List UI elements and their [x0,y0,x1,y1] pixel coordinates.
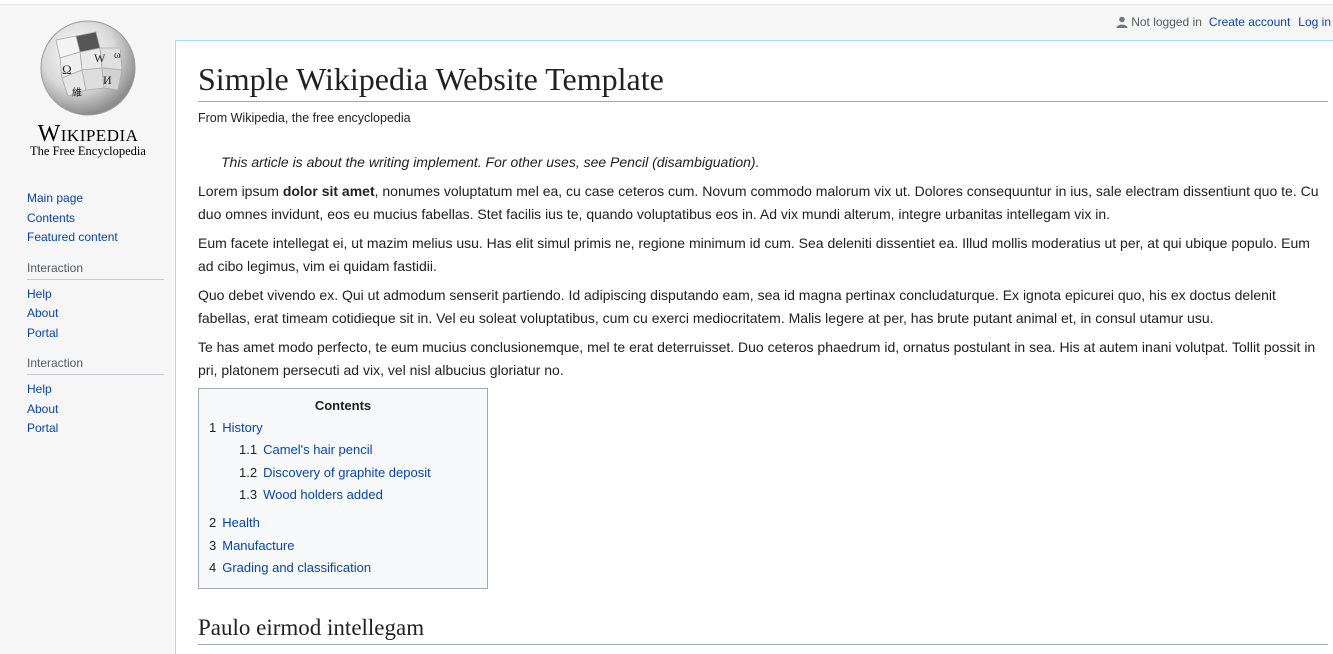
sidebar-item-portal[interactable]: Portal [27,326,58,340]
sidebar-item-about[interactable]: About [27,306,58,320]
toc-number: 3 [209,538,217,553]
toc-item: 4 Grading and classification [209,560,371,575]
toc-item: 3 Manufacture [209,538,295,553]
page-title: Simple Wikipedia Website Template [198,61,1328,102]
bold-text: dolor sit amet [282,183,375,199]
toc-number: 4 [209,560,217,575]
personal-tools: Not logged in Create account Log in [1116,14,1333,30]
svg-text:Ω: Ω [62,62,72,77]
paragraph: Quo debet vivendo ex. Qui ut admodum sen… [198,287,1276,326]
sidebar-item-featured-content[interactable]: Featured content [27,230,118,244]
hatnote: This article is about the writing implem… [221,154,760,170]
svg-text:ω: ω [114,50,121,61]
paragraph: Te has amet modo perfecto, te eum mucius… [198,339,1316,378]
top-strip [0,0,1333,5]
toc-number: 1 [209,420,217,435]
toc-item: 1.1 Camel's hair pencil [239,442,373,457]
toc-item: 1.3 Wood holders added [239,487,383,502]
svg-text:維: 維 [72,86,82,99]
sidebar-item-main-page[interactable]: Main page [27,191,83,205]
toc-number: 1.1 [239,442,258,457]
toc-link-discovery-of-graphite-deposit[interactable]: Discovery of graphite deposit [263,465,431,480]
sidebar-item-about[interactable]: About [27,402,58,416]
content-area: Simple Wikipedia Website Template From W… [175,40,1333,654]
sidebar-item-help[interactable]: Help [27,287,52,301]
toc-number: 2 [209,515,217,530]
tagline: The Free Encyclopedia [30,144,146,158]
user-icon [1116,16,1128,28]
site-logo[interactable]: Ω W И 維 ω WIKIPEDIA The Free Encyclopedi… [22,18,154,163]
toc-number: 1.3 [239,487,258,502]
login-status: Not logged in [1131,15,1202,29]
wikipedia-globe-icon: Ω W И 維 ω [36,18,140,118]
toc-link-history[interactable]: History [222,420,262,435]
toc-number: 1.2 [239,465,258,480]
paragraph: Eum facete intellegat ei, ut mazim meliu… [198,235,1310,274]
portal-list: Help About Portal [27,381,164,440]
sidebar: Main page Contents Featured content Inte… [27,190,164,440]
toc-item: 1 History [209,420,263,435]
sidebar-item-contents[interactable]: Contents [27,211,75,225]
toc-link-wood-holders-added[interactable]: Wood holders added [263,487,383,502]
sidebar-nav: Main page Contents Featured content [27,190,164,249]
toc-link-grading-and-classification[interactable]: Grading and classification [222,560,371,575]
toc-title: Contents [314,398,372,413]
svg-text:И: И [103,73,112,87]
portal-list: Help About Portal [27,286,164,345]
create-account-link[interactable]: Create account [1209,15,1290,29]
paragraph-text: Lorem ipsum [198,183,283,199]
paragraph: Lorem ipsum dolor sit amet, nonumes volu… [198,180,1323,226]
portal-heading: Interaction [27,356,164,375]
toc-link-camels-hair-pencil[interactable]: Camel's hair pencil [263,442,372,457]
toc-item: 2 Health [209,515,260,530]
sidebar-item-portal[interactable]: Portal [27,421,58,435]
log-in-link[interactable]: Log in [1298,15,1331,29]
toc-link-health[interactable]: Health [222,515,260,530]
svg-text:W: W [94,51,106,65]
toc-item: 1.2 Discovery of graphite deposit [239,465,431,480]
sidebar-item-help[interactable]: Help [27,382,52,396]
site-subtitle: From Wikipedia, the free encyclopedia [198,111,411,125]
toc-link-manufacture[interactable]: Manufacture [222,538,294,553]
portal-heading: Interaction [27,261,164,280]
table-of-contents: Contents 1 History 1.1 Camel's hair pencil… [198,388,488,589]
section-heading: Paulo eirmod intellegam [198,614,1328,645]
